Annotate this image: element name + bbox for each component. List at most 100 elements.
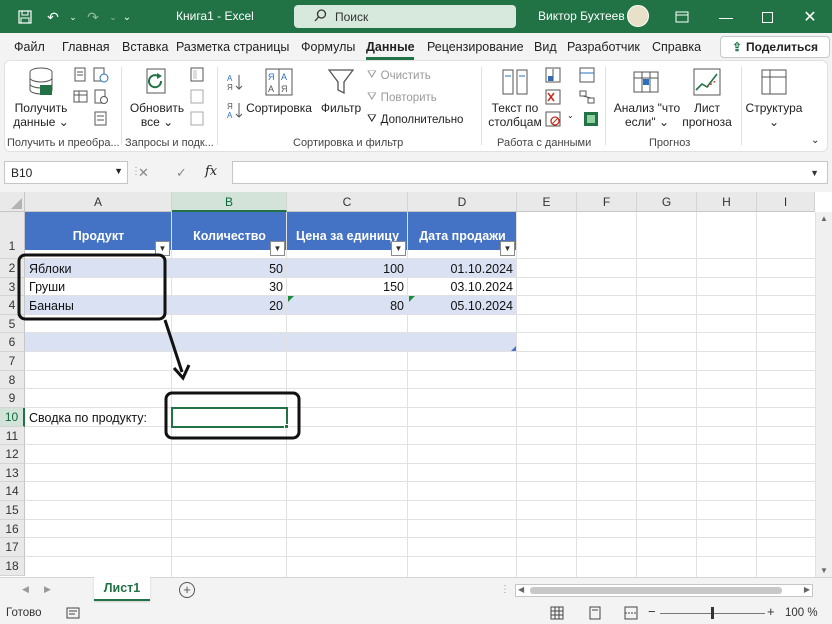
- close-icon[interactable]: ✕: [801, 8, 819, 26]
- horizontal-scrollbar[interactable]: ◀ ▶: [515, 584, 813, 597]
- text-to-columns-icon: [500, 67, 530, 97]
- forecast-icon: [692, 67, 722, 97]
- minimize-icon[interactable]: —: [717, 8, 735, 26]
- search-icon: [314, 8, 327, 25]
- zoom-out-icon[interactable]: −: [648, 604, 656, 619]
- share-icon: ⇪: [731, 40, 743, 54]
- accessibility-icon[interactable]: [66, 606, 80, 623]
- undo-dropdown-icon[interactable]: ⌄: [64, 8, 82, 26]
- zoom-slider-knob[interactable]: [711, 607, 714, 619]
- data-validation-dropdown-icon[interactable]: ⌄: [567, 111, 583, 127]
- zoom-level[interactable]: 100 %: [785, 607, 818, 619]
- outline-button[interactable]: Структура ⌄: [743, 67, 805, 129]
- sort-desc-icon[interactable]: ЯА: [227, 101, 243, 120]
- collapse-ribbon-icon[interactable]: ⌄: [811, 135, 827, 151]
- cancel-formula-icon[interactable]: ✕: [138, 165, 149, 181]
- tab-view[interactable]: Вид: [534, 40, 557, 54]
- redo-icon[interactable]: ↷: [84, 8, 102, 26]
- sheet-tab-list1[interactable]: Лист1: [94, 577, 150, 601]
- horizontal-scroll-thumb[interactable]: [530, 587, 782, 594]
- share-button[interactable]: ⇪ Поделиться: [720, 36, 830, 58]
- reapply-button[interactable]: ⛛ Повторить: [367, 91, 437, 104]
- search-placeholder: Поиск: [335, 9, 369, 24]
- insert-function-icon[interactable]: fx: [205, 164, 217, 179]
- sort-asc-icon[interactable]: АЯ: [227, 73, 243, 92]
- from-table-icon[interactable]: [73, 89, 89, 105]
- ribbon-tabs: Файл Главная Вставка Разметка страницы Ф…: [0, 33, 832, 60]
- name-box-dropdown-icon[interactable]: ▼: [114, 166, 123, 176]
- sort-button[interactable]: ЯААЯ Сортировка: [246, 67, 312, 115]
- what-if-label-2: если" ⌄: [624, 115, 670, 129]
- what-if-analysis-button[interactable]: Анализ "что если" ⌄: [611, 67, 683, 129]
- confirm-formula-icon[interactable]: ✓: [176, 165, 187, 181]
- formula-input[interactable]: ▼: [232, 161, 828, 184]
- sheet-tab-bar: ◀ ▶ Лист1 + ⋮ ◀ ▶: [0, 577, 832, 603]
- tab-review[interactable]: Рецензирование: [427, 40, 524, 54]
- advanced-filter-button[interactable]: ⛛ Дополнительно: [367, 113, 463, 126]
- expand-formula-icon[interactable]: ▼: [810, 168, 819, 178]
- relationships-icon[interactable]: [579, 89, 595, 105]
- svg-text:А: А: [227, 111, 233, 119]
- search-box[interactable]: Поиск: [294, 5, 516, 28]
- name-box[interactable]: B10 ▼: [4, 161, 128, 184]
- filter-icon: [326, 67, 356, 97]
- annotation-arrow: [163, 319, 184, 373]
- flash-fill-icon[interactable]: [545, 67, 561, 83]
- svg-text:Я: Я: [268, 72, 275, 82]
- tab-split-handle[interactable]: ⋮: [500, 584, 510, 595]
- from-web-icon[interactable]: [93, 67, 109, 83]
- group-separator: [741, 67, 742, 145]
- highlight-box-products: [17, 253, 167, 321]
- data-validation-icon[interactable]: [545, 111, 561, 127]
- forecast-sheet-button[interactable]: Лист прогноза: [679, 67, 735, 129]
- text-to-columns-button[interactable]: Текст по столбцам: [485, 67, 545, 129]
- maximize-icon[interactable]: [758, 8, 776, 26]
- avatar[interactable]: [627, 5, 649, 27]
- save-icon[interactable]: [16, 8, 34, 26]
- properties-icon[interactable]: [189, 89, 205, 105]
- scroll-down-icon[interactable]: ▼: [820, 566, 828, 575]
- get-data-button[interactable]: Получить данные ⌄: [13, 67, 69, 129]
- page-break-view-icon[interactable]: [624, 606, 638, 623]
- tab-formulas[interactable]: Формулы: [301, 40, 355, 54]
- refresh-all-button[interactable]: Обновить все ⌄: [130, 67, 184, 129]
- group-separator: [217, 67, 218, 145]
- queries-connections-icon[interactable]: [189, 67, 205, 83]
- scroll-up-icon[interactable]: ▲: [820, 214, 828, 223]
- filter-button[interactable]: Фильтр: [317, 67, 365, 115]
- what-if-label: Анализ "что: [613, 101, 681, 115]
- vertical-scrollbar[interactable]: ▲ ▼: [815, 212, 832, 577]
- clear-filter-button[interactable]: ⛛ Очистить: [367, 69, 431, 82]
- undo-icon[interactable]: ↶: [44, 8, 62, 26]
- tab-home[interactable]: Главная: [62, 40, 110, 54]
- edit-links-icon[interactable]: [189, 111, 205, 127]
- tab-page-layout[interactable]: Разметка страницы: [176, 40, 289, 54]
- customize-toolbar-icon[interactable]: ⌄: [118, 8, 136, 26]
- tab-insert[interactable]: Вставка: [122, 40, 168, 54]
- existing-connections-icon[interactable]: [93, 111, 109, 127]
- add-sheet-icon[interactable]: +: [179, 582, 195, 598]
- remove-duplicates-icon[interactable]: [545, 89, 561, 105]
- recent-sources-icon[interactable]: [93, 89, 109, 105]
- normal-view-icon[interactable]: [550, 606, 564, 623]
- forecast-label: Лист: [693, 101, 721, 115]
- prev-sheet-icon[interactable]: ◀: [22, 584, 29, 595]
- ribbon-display-icon[interactable]: [673, 8, 691, 26]
- tab-developer[interactable]: Разработчик: [567, 40, 640, 54]
- next-sheet-icon[interactable]: ▶: [44, 584, 51, 595]
- tab-file[interactable]: Файл: [14, 40, 45, 54]
- scroll-left-icon[interactable]: ◀: [518, 585, 524, 594]
- tab-data[interactable]: Данные: [366, 40, 415, 54]
- page-layout-view-icon[interactable]: [588, 606, 602, 623]
- from-text-icon[interactable]: [73, 67, 89, 83]
- scroll-right-icon[interactable]: ▶: [804, 585, 810, 594]
- user-name[interactable]: Виктор Бухтеев: [538, 9, 625, 23]
- data-model-icon[interactable]: [583, 111, 599, 127]
- tab-help[interactable]: Справка: [652, 40, 701, 54]
- reapply-icon: ⛛: [367, 91, 377, 103]
- title-bar: ↶ ⌄ ↷ ⌄ ⌄ Книга1 - Excel Поиск Виктор Бу…: [0, 0, 832, 33]
- consolidate-icon[interactable]: [579, 67, 595, 83]
- refresh-icon: [142, 67, 172, 97]
- get-data-label-2: данные ⌄: [13, 115, 69, 129]
- zoom-in-icon[interactable]: +: [767, 604, 775, 619]
